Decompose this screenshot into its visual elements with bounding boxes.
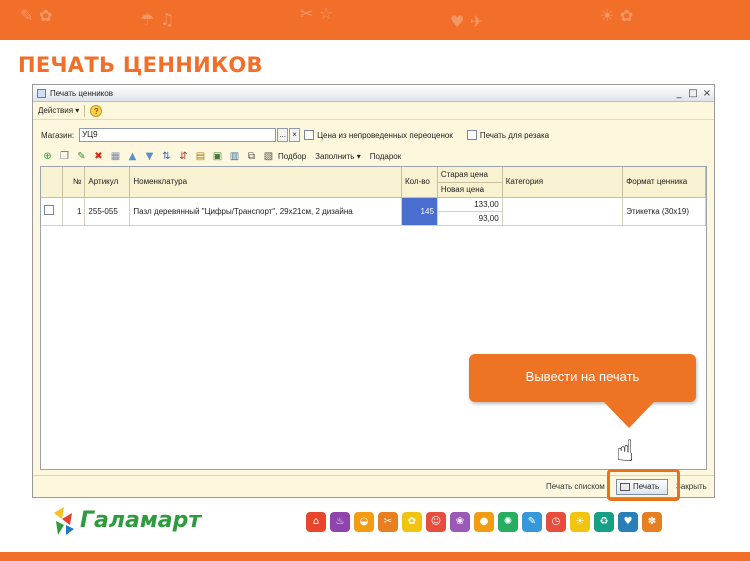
menu-separator: [84, 104, 86, 117]
window-titlebar: Печать ценников _ □ ×: [33, 85, 714, 102]
row-category: [502, 197, 624, 226]
banner-doodle: ✂ ☆: [300, 4, 334, 23]
top-banner: ✎ ✿ ☂ ♫ ✂ ☆ ♥ ✈ ☀ ✿: [0, 0, 750, 40]
callout: Вывести на печать: [469, 354, 696, 402]
grid-icon[interactable]: ▣: [211, 150, 224, 163]
print-button-highlight: [607, 469, 680, 501]
banner-doodle: ☂ ♫: [140, 10, 175, 29]
row-new-price: 93,00: [437, 211, 503, 226]
edit-row-icon[interactable]: ✎: [75, 150, 88, 163]
print-labels-window: Печать ценников _ □ × Действия ▾ ? Магаз…: [32, 84, 715, 498]
menubar: Действия ▾ ?: [33, 102, 714, 120]
sort-desc-icon[interactable]: ⇵: [177, 150, 190, 163]
shop-row: Магазин: УЦ9 ... × Цена из непроведенных…: [41, 128, 549, 142]
format-column-header[interactable]: Формат ценника: [622, 167, 706, 198]
move-down-icon[interactable]: ▼: [143, 150, 156, 163]
delete-row-icon[interactable]: ✖: [92, 150, 105, 163]
minimize-button[interactable]: _: [672, 88, 686, 99]
copy-row-icon[interactable]: ❐: [58, 150, 71, 163]
price-tags-grid: № Артикул Номенклатура Кол-во Старая цен…: [41, 167, 706, 226]
window-title: Печать ценников: [50, 88, 113, 98]
chevron-down-icon: ▾: [75, 106, 80, 115]
row-checkbox-cell[interactable]: [41, 197, 64, 226]
cleaning-icon: ♻: [594, 512, 614, 532]
lamp-icon: ☀: [570, 512, 590, 532]
move-up-icon[interactable]: ▲: [126, 150, 139, 163]
row-num: 1: [62, 197, 86, 226]
sort-asc-icon[interactable]: ⇅: [160, 150, 173, 163]
bottom-banner: [0, 552, 750, 561]
stationery-icon: ✎: [522, 512, 542, 532]
row-format: Этикетка (30x19): [622, 197, 706, 226]
unposted-price-checkbox[interactable]: [304, 130, 315, 140]
columns-icon[interactable]: ▥: [228, 150, 241, 163]
qty-column-header[interactable]: Кол-во: [401, 167, 438, 198]
actions-menu[interactable]: Действия ▾: [38, 106, 79, 115]
table-settings-icon[interactable]: ▤: [194, 150, 207, 163]
banner-doodle: ✎ ✿: [20, 6, 53, 25]
cutting-print-label: Печать для резака: [479, 130, 550, 140]
callout-pointer: [602, 400, 656, 428]
clothes-icon: ♥: [618, 512, 638, 532]
select-column-header: [41, 167, 64, 198]
banner-doodle: ☀ ✿: [600, 6, 634, 25]
print-settings-icon[interactable]: ⧉: [245, 150, 258, 163]
toolbar: ⊕ ❐ ✎ ✖ ▦ ▲ ▼ ⇅ ⇵ ▤ ▣ ▥ ⧉ ▧ Подбор Запол…: [41, 149, 408, 163]
galamart-logo-icon: [54, 507, 74, 535]
slide: ✎ ✿ ☂ ♫ ✂ ☆ ♥ ✈ ☀ ✿ ПЕЧАТЬ ЦЕННИКОВ Печа…: [0, 0, 750, 561]
cake-icon: ♨: [330, 512, 350, 532]
chevron-down-icon: ▾: [356, 151, 361, 161]
close-window-button[interactable]: ×: [700, 88, 714, 99]
pick-icon: ▧: [263, 150, 274, 162]
fill-menu-label: Заполнить: [315, 151, 355, 161]
new-price-column-header[interactable]: Новая цена: [437, 182, 503, 198]
toy-icon: ☺: [426, 512, 446, 532]
unposted-price-label: Цена из непроведенных переоценок: [317, 130, 453, 140]
print-list-button[interactable]: Печать списком: [546, 482, 605, 491]
logo-text: Галамарт: [80, 508, 202, 533]
fill-menu[interactable]: Заполнить ▾: [315, 152, 361, 161]
category-icons: ⌂ ♨ ◒ ✂ ✿ ☺ ❀ ● ✺ ✎ ◷ ☀ ♻ ♥ ✽: [306, 512, 666, 532]
shop-input[interactable]: УЦ9: [79, 128, 277, 142]
row-item: Пазл деревянный "Цифры/Транспорт", 29x21…: [129, 197, 402, 226]
category-column-header[interactable]: Категория: [502, 167, 624, 198]
unposted-price-option[interactable]: Цена из непроведенных переоценок: [304, 130, 453, 140]
add-row-icon[interactable]: ⊕: [41, 150, 54, 163]
pick-button[interactable]: Подбор: [278, 152, 306, 161]
shop-label: Магазин:: [41, 130, 75, 140]
cutting-print-checkbox[interactable]: [466, 130, 477, 140]
shop-clear-button[interactable]: ×: [289, 128, 301, 142]
actions-menu-label: Действия: [38, 106, 74, 115]
hand-cursor-icon: ☝: [616, 434, 635, 469]
page-title: ПЕЧАТЬ ЦЕННИКОВ: [18, 53, 263, 77]
ball-icon: ●: [474, 512, 494, 532]
banner-doodle: ♥ ✈: [450, 12, 484, 31]
clock-icon: ◷: [546, 512, 566, 532]
item-column-header[interactable]: Номенклатура: [129, 167, 402, 198]
craft-icon: ✺: [498, 512, 518, 532]
num-column-header[interactable]: №: [62, 167, 86, 198]
article-column-header[interactable]: Артикул: [84, 167, 131, 198]
pet-icon: ✽: [642, 512, 662, 532]
shop-select-button[interactable]: ...: [277, 128, 289, 142]
table-header-row: № Артикул Номенклатура Кол-во Старая цен…: [41, 167, 706, 198]
row-qty[interactable]: 145: [401, 197, 438, 226]
table-row[interactable]: 1 255-055 Пазл деревянный "Цифры/Транспо…: [41, 197, 706, 226]
row-old-price: 133,00: [437, 197, 503, 212]
garden-icon: ✿: [402, 512, 422, 532]
help-icon[interactable]: ?: [90, 104, 103, 117]
pot-icon: ◒: [354, 512, 374, 532]
close-button[interactable]: Закрыть: [676, 482, 707, 491]
end-edit-icon[interactable]: ▦: [109, 150, 122, 163]
home-icon: ⌂: [306, 512, 326, 532]
gift-button[interactable]: Подарок: [370, 152, 402, 161]
row-checkbox[interactable]: [44, 205, 54, 215]
window-icon: [37, 88, 46, 98]
tools-icon: ✂: [378, 512, 398, 532]
maximize-button[interactable]: □: [686, 88, 700, 99]
flower-icon: ❀: [450, 512, 470, 532]
cutting-print-option[interactable]: Печать для резака: [466, 130, 550, 140]
old-price-column-header[interactable]: Старая цена: [437, 167, 503, 183]
row-article: 255-055: [84, 197, 131, 226]
